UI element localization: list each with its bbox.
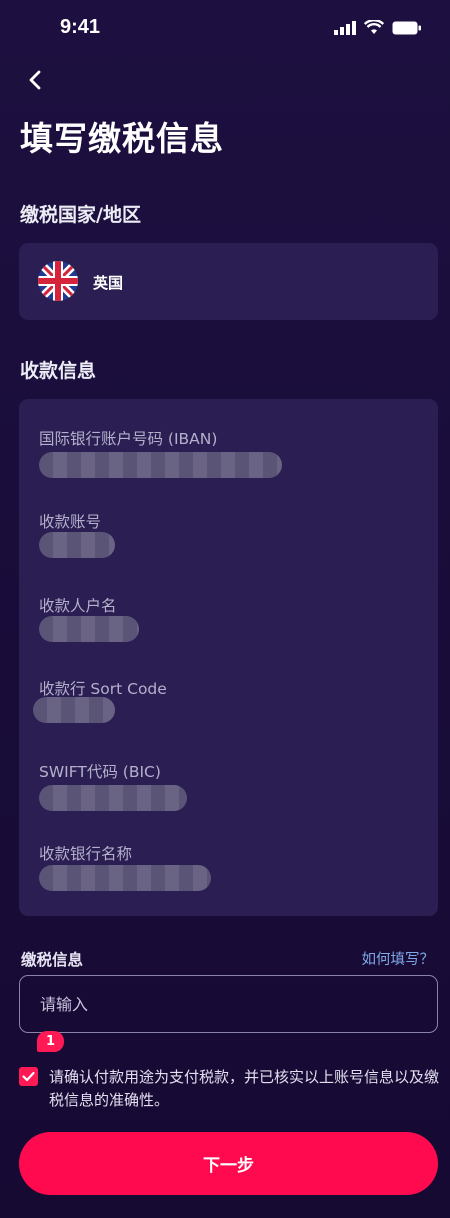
status-time: 9:41	[60, 16, 101, 38]
tax-info-label: 缴税信息	[21, 951, 84, 969]
iban-value-masked	[39, 452, 282, 478]
sort-code-value-masked	[33, 697, 115, 723]
back-button[interactable]	[22, 66, 50, 94]
country-name: 英国	[93, 274, 124, 292]
bank-name-value-masked	[39, 865, 211, 891]
confirm-text: 请确认付款用途为支付税款，并已核实以上账号信息以及缴税信息的准确性。	[49, 1068, 440, 1109]
account-number-value-masked	[39, 532, 115, 558]
swift-code-value-masked	[39, 785, 187, 811]
next-step-button[interactable]: 下一步	[19, 1132, 438, 1195]
wifi-icon	[364, 20, 384, 34]
check-icon	[22, 1071, 35, 1082]
confirm-checkbox[interactable]	[19, 1067, 38, 1086]
country-section-label: 缴税国家/地区	[20, 204, 141, 226]
chevron-left-icon	[29, 70, 41, 90]
account-number-label: 收款账号	[39, 513, 102, 531]
tip-badge: 1	[37, 1031, 64, 1052]
uk-flag-icon	[38, 261, 78, 301]
country-selector[interactable]: 英国	[19, 243, 438, 320]
page-title: 填写缴税信息	[20, 119, 224, 158]
account-name-label: 收款人户名	[39, 597, 117, 615]
swift-code-label: SWIFT代码 (BIC)	[39, 763, 161, 781]
tax-info-input[interactable]	[19, 975, 438, 1033]
how-to-fill-link[interactable]: 如何填写？	[362, 948, 435, 969]
status-bar: 9:41	[0, 0, 450, 60]
signal-icon	[334, 20, 356, 35]
payee-section-label: 收款信息	[20, 360, 97, 382]
payee-info-card: 国际银行账户号码 (IBAN) 收款账号 收款人户名 收款行 Sort Code…	[19, 399, 438, 916]
bank-name-label: 收款银行名称	[39, 845, 133, 863]
iban-label: 国际银行账户号码 (IBAN)	[39, 430, 218, 448]
account-name-value-masked	[39, 616, 139, 642]
sort-code-label: 收款行 Sort Code	[39, 680, 167, 698]
status-icons	[334, 20, 422, 35]
battery-icon	[392, 21, 421, 34]
tax-info-page: 9:41 填写缴税信息 缴税国家/地区 英国 收款信息 国际银行账户号码 (IB…	[0, 0, 450, 1218]
